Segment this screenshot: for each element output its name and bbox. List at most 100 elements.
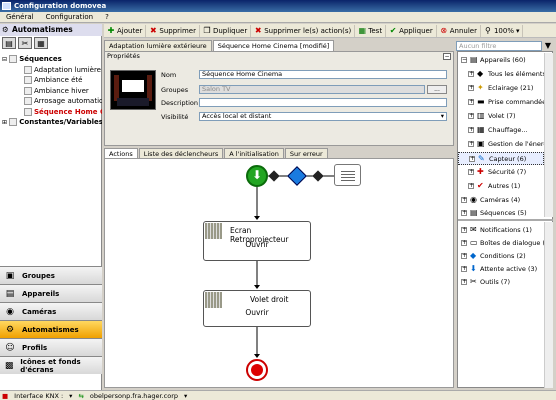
lib-label: Boîtes de dialogue (3) — [480, 239, 544, 247]
tree-label: Séquences — [19, 55, 62, 63]
tree-item[interactable]: Adaptation lumière extérie — [2, 65, 102, 76]
nav-cameras[interactable]: ◉ Caméras — [0, 302, 102, 320]
camera-icon: ◉ — [470, 195, 477, 204]
tab-actions[interactable]: Actions — [104, 148, 138, 158]
duplicate-button[interactable]: ❐ Dupliquer — [200, 24, 252, 37]
chevron-down-icon[interactable]: ▾ — [69, 392, 72, 400]
tools-icon[interactable]: ✂ — [18, 37, 32, 49]
host-name: obelpersonp.fra.hager.corp — [89, 391, 178, 400]
scrollbar[interactable] — [544, 222, 553, 388]
status-bar: ■ Interface KNX : ▾ ⇆ obelpersonp.fra.ha… — [0, 390, 556, 400]
trigger-node[interactable] — [334, 164, 361, 186]
lib-item-appareils[interactable]: − ▤ Appareils (60) — [458, 54, 544, 67]
tab-init[interactable]: A l'initialisation — [224, 148, 284, 158]
tree-view-icon[interactable]: ▤ — [2, 37, 16, 49]
tree-item[interactable]: Ambiance été — [2, 75, 102, 86]
button-label: Appliquer — [399, 26, 433, 35]
tab-on-error[interactable]: Sur erreur — [284, 148, 328, 158]
filter-icon[interactable]: ▼ — [543, 41, 553, 51]
visibility-select[interactable]: Accès local et distant ▾ — [199, 112, 447, 121]
tree-item-selected[interactable]: Séquence Home Ci — [2, 107, 102, 118]
sequence-icon — [24, 107, 32, 116]
name-field[interactable]: Séquence Home Cinema — [199, 70, 447, 79]
menu-help[interactable]: ? — [99, 13, 115, 21]
lib-item[interactable]: + ✦ Eclairage (21) — [458, 82, 544, 95]
expand-icon: + — [461, 209, 468, 216]
zoom-dropdown[interactable]: ⚲ 100% ▾ — [481, 24, 524, 37]
grid-view-icon[interactable]: ▦ — [34, 37, 48, 49]
lib-item-notifications[interactable]: + ✉ Notifications (1) — [458, 224, 544, 237]
expand-icon: + — [461, 252, 468, 259]
light-bulb-icon: ✦ — [477, 83, 484, 92]
sequence-image[interactable] — [110, 70, 156, 110]
menu-configuration[interactable]: Configuration — [40, 13, 99, 21]
lib-item[interactable]: +▬Prise commandée... — [458, 96, 544, 109]
description-field[interactable] — [199, 98, 447, 107]
apply-button[interactable]: ✔ Appliquer — [386, 24, 437, 37]
lib-item[interactable]: + ▦ Chauffage... — [458, 124, 544, 137]
lib-item-conditions[interactable]: + ◆ Conditions (2) — [458, 250, 544, 263]
tree-item-constants[interactable]: ⊞ Constantes/Variables — [2, 117, 102, 128]
start-node-icon[interactable]: ⬇ — [246, 165, 268, 187]
sequence-icon: ▤ — [470, 208, 478, 217]
lib-item-tools[interactable]: + ✂ Outils (7) — [458, 276, 544, 289]
groups-browse-button[interactable]: ... — [427, 85, 447, 94]
lib-item-wait[interactable]: + ⬇ Attente active (3) — [458, 263, 544, 276]
properties-title: Propriétés — [107, 52, 140, 60]
menu-general[interactable]: Général — [0, 13, 40, 21]
lib-item-selected[interactable]: + ✎ Capteur (6) — [458, 152, 544, 165]
devices-icon: ▤ — [5, 288, 15, 299]
tab-triggers[interactable]: Liste des déclencheurs — [138, 148, 224, 158]
tools-icon: ✂ — [470, 277, 477, 286]
tree-item-sequences[interactable]: ⊟ Séquences — [2, 54, 102, 65]
sequence-icon — [24, 65, 32, 74]
add-button[interactable]: ✚ Ajouter — [104, 24, 147, 37]
nav-label: Icônes et fonds d'écrans — [20, 357, 81, 374]
lib-item-dialogs[interactable]: +▭Boîtes de dialogue (3) — [458, 237, 544, 250]
energy-icon: ▣ — [477, 139, 485, 148]
lib-item[interactable]: + ✔ Autres (1) — [458, 180, 544, 193]
test-icon: ▦ — [358, 25, 367, 35]
tree-item[interactable]: Arrosage automatique — [2, 96, 102, 107]
delete-actions-button[interactable]: ✖ Supprimer le(s) action(s) — [251, 24, 356, 37]
flow-connectors — [254, 175, 337, 358]
tree-item[interactable]: Ambiance hiver — [2, 86, 102, 97]
tree-label: Constantes/Variables — [19, 118, 102, 126]
delete-button[interactable]: ✖ Supprimer — [146, 24, 200, 37]
scrollbar[interactable] — [544, 53, 553, 217]
groups-icon: ▣ — [5, 270, 15, 281]
groups-field[interactable]: Salon TV — [199, 85, 425, 94]
search-input[interactable]: Aucun filtre — [456, 41, 542, 51]
chevron-down-icon[interactable]: ▾ — [184, 392, 187, 400]
automation-tree: ⊟ Séquences Adaptation lumière extérie A… — [2, 54, 102, 128]
lib-label: Séquences (5) — [480, 209, 527, 217]
lib-label: Chauffage... — [488, 126, 528, 134]
lib-item-cameras[interactable]: + ◉ Caméras (4) — [458, 194, 544, 207]
nav-profils[interactable]: ☺ Profils — [0, 338, 102, 356]
lib-item[interactable]: + ▥ Volet (7) — [458, 110, 544, 123]
lib-item-sequences[interactable]: + ▤ Séquences (5) — [458, 207, 544, 220]
test-button[interactable]: ▦ Test — [355, 24, 387, 37]
nav-appareils[interactable]: ▤ Appareils — [0, 284, 102, 302]
end-node-icon[interactable] — [246, 359, 268, 381]
nav-automatismes[interactable]: ⚙ Automatismes — [0, 320, 102, 338]
nav-groupes[interactable]: ▣ Groupes — [0, 266, 102, 284]
lib-item[interactable]: + ✚ Sécurité (7) — [458, 166, 544, 179]
tab-adaptation[interactable]: Adaptation lumière extérieure — [104, 40, 212, 51]
splitter[interactable] — [458, 219, 553, 221]
expand-icon: + — [461, 265, 468, 272]
cancel-button[interactable]: ⊗ Annuler — [437, 24, 481, 37]
lib-item[interactable]: +▣Gestion de l'énergie... — [458, 138, 544, 151]
action-node[interactable]: Volet droit Ouvrir — [203, 290, 311, 327]
tab-home-cinema[interactable]: Séquence Home Cinema [modifié] — [212, 40, 335, 51]
button-label: Dupliquer — [212, 26, 248, 35]
nav-icones[interactable]: ▩ Icônes et fonds d'écrans — [0, 356, 102, 374]
collapse-icon[interactable]: − — [443, 53, 451, 60]
nav-label: Caméras — [22, 307, 57, 316]
sequence-canvas[interactable]: ⬇ Ecran Retroprojecteur Ouvrir Volet dro… — [104, 158, 454, 388]
zoom-icon: ⚲ — [485, 25, 491, 35]
plug-icon: ▬ — [477, 97, 485, 106]
arrow-down-icon: ⬇ — [252, 168, 263, 182]
action-node[interactable]: Ecran Retroprojecteur Ouvrir — [203, 221, 311, 261]
lib-item[interactable]: +◆ Tous les éléments... — [458, 68, 544, 81]
